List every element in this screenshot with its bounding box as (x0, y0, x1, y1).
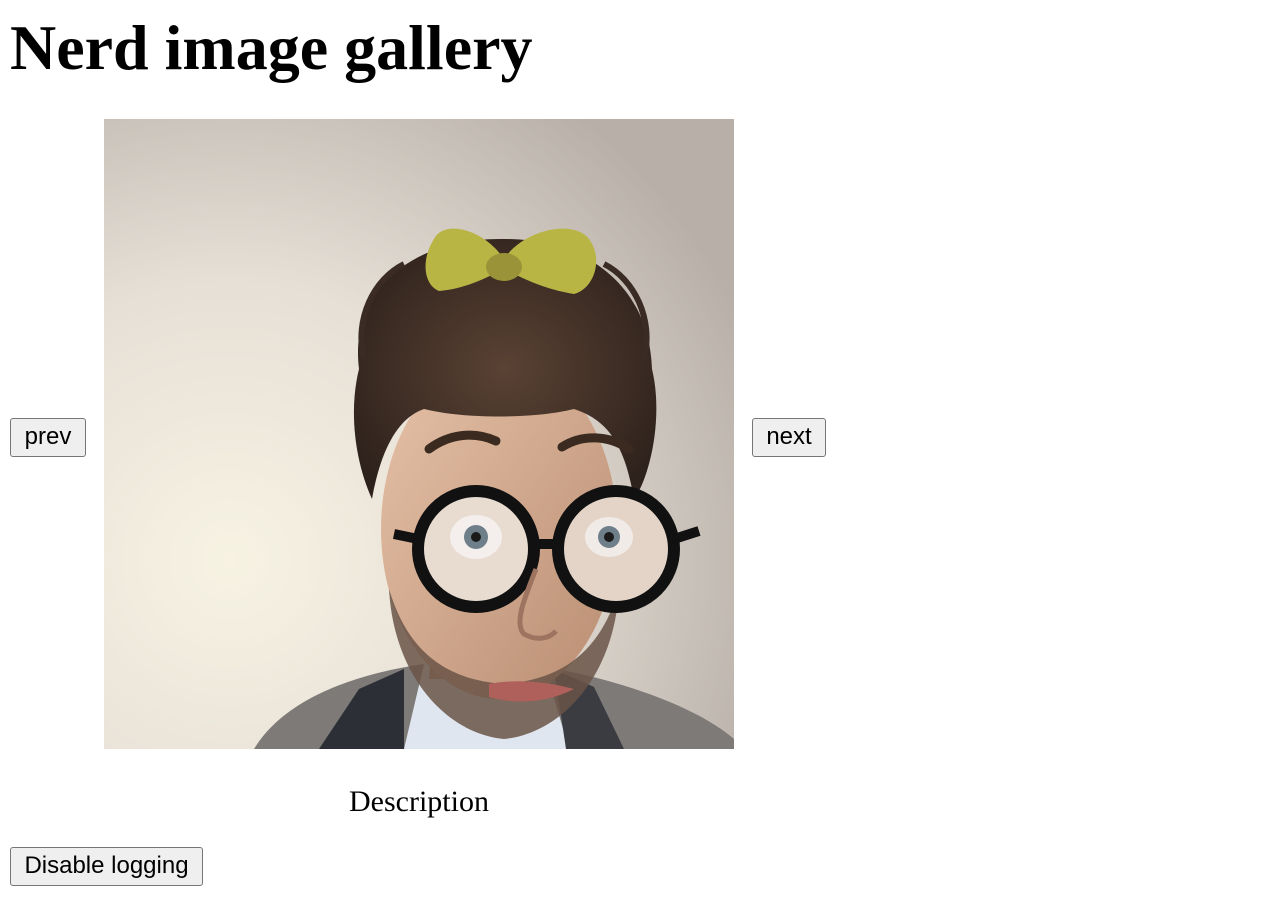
prev-button[interactable]: prev (10, 418, 86, 457)
disable-logging-button[interactable]: Disable logging (10, 847, 203, 886)
next-button[interactable]: next (752, 418, 826, 457)
gallery-image (104, 119, 734, 749)
page: Nerd image gallery prev next Description… (0, 0, 1274, 916)
image-description: Description (349, 785, 489, 818)
page-title: Nerd image gallery (10, 12, 533, 83)
